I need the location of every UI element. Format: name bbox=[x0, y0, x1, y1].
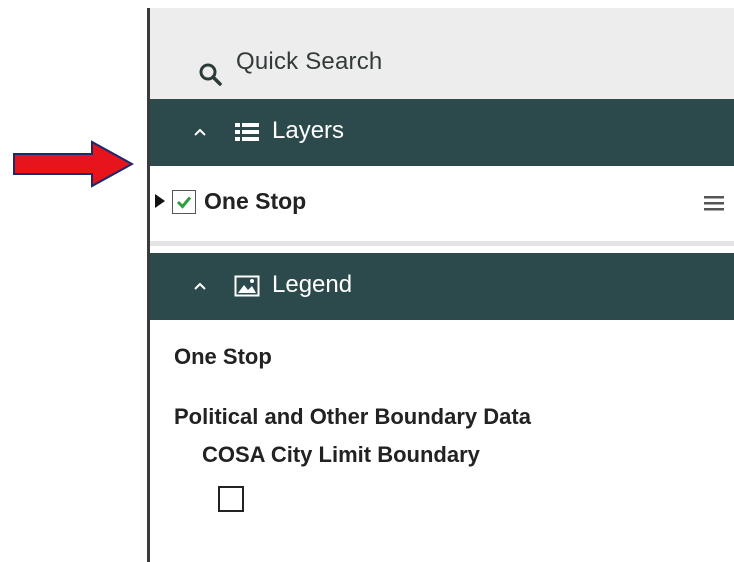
layers-section-header[interactable]: Layers bbox=[150, 99, 734, 166]
layer-row-one-stop[interactable]: One Stop bbox=[150, 166, 734, 246]
quick-search-bar[interactable]: Quick Search bbox=[150, 8, 734, 99]
red-arrow-icon bbox=[13, 140, 134, 188]
image-icon bbox=[234, 275, 260, 297]
layers-header-label: Layers bbox=[272, 117, 345, 144]
list-icon bbox=[235, 123, 259, 141]
caret-right-icon[interactable] bbox=[153, 192, 167, 210]
chevron-up-icon[interactable] bbox=[192, 124, 208, 140]
hamburger-menu-icon[interactable] bbox=[703, 193, 725, 213]
legend-layer-title: One Stop bbox=[174, 344, 272, 369]
layer-label[interactable]: One Stop bbox=[204, 188, 306, 215]
legend-section-header[interactable]: Legend bbox=[150, 253, 734, 320]
legend-group-title: Political and Other Boundary Data bbox=[174, 404, 531, 429]
search-icon bbox=[199, 63, 222, 86]
chevron-up-icon[interactable] bbox=[192, 278, 208, 294]
quick-search-label[interactable]: Quick Search bbox=[236, 48, 382, 76]
legend-swatch-icon bbox=[218, 486, 244, 512]
layer-panel: Quick Search Layers One Stop Legend One … bbox=[150, 8, 734, 562]
legend-header-label: Legend bbox=[272, 271, 353, 298]
legend-item-label: COSA City Limit Boundary bbox=[202, 442, 480, 467]
layer-visibility-checkbox[interactable] bbox=[172, 190, 196, 214]
checkmark-icon bbox=[176, 196, 192, 209]
